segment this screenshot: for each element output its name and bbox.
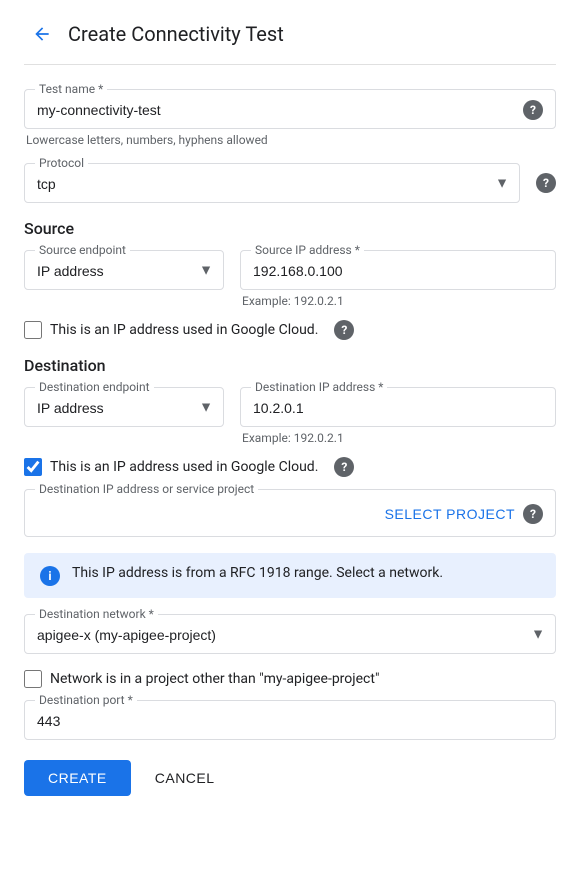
destination-fields-row: Destination endpoint IP address VM insta… [24, 387, 556, 445]
destination-network-label: Destination network [35, 607, 158, 621]
source-endpoint-select[interactable]: IP address VM instance GKE Pod App Engin… [37, 259, 187, 283]
test-name-hint: Lowercase letters, numbers, hyphens allo… [24, 133, 556, 147]
protocol-help-icon[interactable]: ? [536, 173, 556, 193]
destination-ip-wrapper: Destination IP address [240, 387, 556, 427]
dest-project-group: Destination IP address or service projec… [24, 489, 556, 537]
source-section: Source Source endpoint IP address VM ins… [24, 219, 556, 340]
source-google-cloud-label: This is an IP address used in Google Clo… [50, 322, 318, 338]
header: Create Connectivity Test [24, 16, 556, 65]
destination-google-cloud-row: This is an IP address used in Google Clo… [24, 457, 556, 477]
destination-section-title: Destination [24, 356, 556, 375]
destination-google-cloud-label: This is an IP address used in Google Clo… [50, 459, 318, 475]
protocol-select-wrapper: Protocol tcp udp icmp esp gre sctp ▼ [24, 163, 520, 203]
destination-port-input[interactable] [37, 709, 543, 733]
destination-port-wrapper: Destination port [24, 700, 556, 740]
destination-ip-col: Destination IP address Example: 192.0.2.… [240, 387, 556, 445]
page-title: Create Connectivity Test [68, 22, 284, 46]
dest-project-field-label: Destination IP address or service projec… [35, 482, 258, 496]
source-google-cloud-row: This is an IP address used in Google Clo… [24, 320, 556, 340]
destination-ip-example: Example: 192.0.2.1 [240, 431, 556, 445]
test-name-field-wrapper: Test name ? [24, 89, 556, 129]
source-ip-label: Source IP address [251, 243, 364, 257]
source-ip-input[interactable] [253, 259, 543, 283]
back-button[interactable] [24, 16, 60, 52]
source-endpoint-col: Source endpoint IP address VM instance G… [24, 250, 224, 308]
destination-ip-input[interactable] [253, 396, 543, 420]
source-section-title: Source [24, 219, 556, 238]
destination-section: Destination Destination endpoint IP addr… [24, 356, 556, 740]
protocol-dropdown-arrow: ▼ [495, 175, 509, 192]
destination-endpoint-col: Destination endpoint IP address VM insta… [24, 387, 224, 445]
source-endpoint-wrapper: Source endpoint IP address VM instance G… [24, 250, 224, 290]
other-project-checkbox[interactable] [24, 670, 42, 688]
source-ip-col: Source IP address Example: 192.0.2.1 [240, 250, 556, 308]
test-name-input[interactable] [37, 98, 515, 122]
info-banner-text: This IP address is from a RFC 1918 range… [72, 565, 443, 581]
protocol-group: Protocol tcp udp icmp esp gre sctp ▼ ? [24, 163, 556, 203]
destination-port-group: Destination port [24, 700, 556, 740]
source-fields-row: Source endpoint IP address VM instance G… [24, 250, 556, 308]
page-container: Create Connectivity Test Test name ? Low… [0, 0, 580, 820]
create-button[interactable]: CREATE [24, 760, 131, 796]
dest-project-field: Destination IP address or service projec… [24, 489, 556, 537]
test-name-help-icon[interactable]: ? [523, 100, 543, 120]
destination-endpoint-arrow: ▼ [199, 399, 213, 416]
cancel-button[interactable]: CANCEL [139, 760, 231, 796]
protocol-select[interactable]: tcp udp icmp esp gre sctp [37, 172, 483, 196]
dest-project-help-icon[interactable]: ? [523, 504, 543, 524]
destination-network-group: Destination network apigee-x (my-apigee-… [24, 614, 556, 654]
action-row: CREATE CANCEL [24, 760, 556, 796]
destination-network-arrow: ▼ [531, 626, 545, 643]
info-icon: i [40, 566, 60, 586]
protocol-label: Protocol [35, 156, 88, 170]
destination-endpoint-label: Destination endpoint [35, 380, 154, 394]
destination-network-wrapper: Destination network apigee-x (my-apigee-… [24, 614, 556, 654]
test-name-group: Test name ? Lowercase letters, numbers, … [24, 89, 556, 147]
other-project-label: Network is in a project other than "my-a… [50, 671, 379, 687]
destination-endpoint-select[interactable]: IP address VM instance GKE Pod App Engin… [37, 396, 187, 420]
other-project-row: Network is in a project other than "my-a… [24, 670, 556, 688]
destination-ip-label: Destination IP address [251, 380, 387, 394]
test-name-label: Test name [35, 82, 107, 96]
destination-endpoint-wrapper: Destination endpoint IP address VM insta… [24, 387, 224, 427]
destination-network-select-outer: Destination network apigee-x (my-apigee-… [24, 614, 556, 654]
destination-port-label: Destination port [35, 693, 137, 707]
destination-google-cloud-help-icon[interactable]: ? [334, 457, 354, 477]
source-google-cloud-checkbox[interactable] [24, 321, 42, 339]
source-google-cloud-help-icon[interactable]: ? [334, 320, 354, 340]
select-project-button[interactable]: SELECT PROJECT [385, 502, 515, 526]
destination-network-select[interactable]: apigee-x (my-apigee-project) [37, 623, 519, 647]
source-ip-wrapper: Source IP address [240, 250, 556, 290]
source-endpoint-arrow: ▼ [199, 262, 213, 279]
protocol-select-outer: Protocol tcp udp icmp esp gre sctp ▼ [24, 163, 520, 203]
info-banner: i This IP address is from a RFC 1918 ran… [24, 553, 556, 598]
destination-google-cloud-checkbox[interactable] [24, 458, 42, 476]
source-endpoint-label: Source endpoint [35, 243, 130, 257]
source-ip-example: Example: 192.0.2.1 [240, 294, 556, 308]
